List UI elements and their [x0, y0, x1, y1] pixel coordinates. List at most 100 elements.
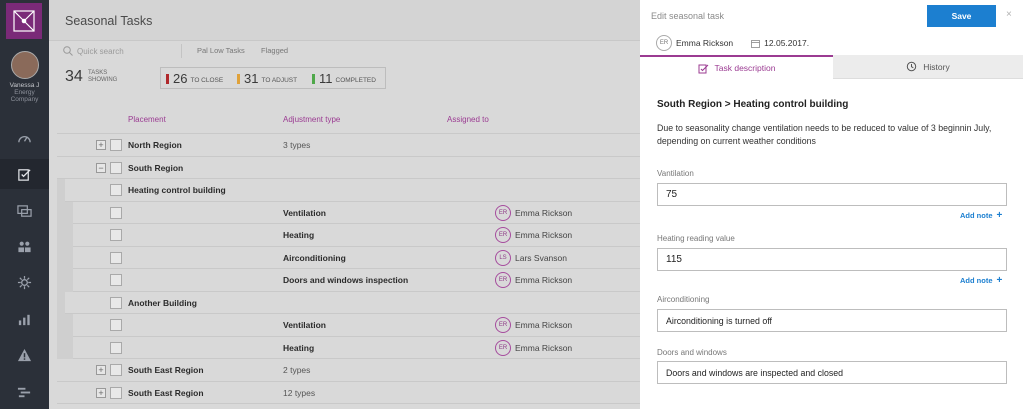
- heating-reading-label: Heating reading value: [657, 234, 735, 243]
- user-info: Vanessa J Energy Company: [0, 82, 49, 103]
- stat-to-adjust[interactable]: 31 TO ADJUST: [237, 71, 297, 86]
- main-header: Seasonal Tasks: [49, 0, 640, 41]
- dashboard-icon[interactable]: [0, 123, 49, 153]
- expand-icon[interactable]: +: [96, 387, 106, 398]
- table-row[interactable]: + South East Region 2 types: [57, 359, 640, 382]
- add-note-link[interactable]: Add note +: [960, 210, 1002, 221]
- table-row[interactable]: Heating control building: [57, 179, 640, 202]
- doors-windows-label: Doors and windows: [657, 348, 727, 357]
- timeline-icon[interactable]: [0, 377, 49, 407]
- assignee-name: Emma Rickson: [676, 38, 734, 48]
- placement-name: Another Building: [128, 297, 197, 308]
- left-nav: Vanessa J Energy Company: [0, 0, 49, 409]
- table-row[interactable]: Another Building: [57, 291, 640, 314]
- tab-task-description[interactable]: Task description: [640, 55, 833, 79]
- placement-name: North Region: [128, 140, 182, 150]
- table-row[interactable]: + North Region 3 types: [57, 134, 640, 157]
- table-row[interactable]: Heating ER Emma Rickson: [57, 224, 640, 247]
- panel-tabs: Task description History: [640, 55, 1023, 79]
- assignee-badge: ER: [656, 35, 672, 51]
- adjustment-type: Heating: [283, 230, 315, 240]
- adjustment-type: 3 types: [283, 140, 311, 150]
- expand-icon[interactable]: +: [96, 140, 106, 150]
- stat-completed[interactable]: 11 COMPLETED: [312, 71, 376, 86]
- table-row[interactable]: + South East Region 12 types: [57, 382, 640, 404]
- row-checkbox[interactable]: [110, 206, 122, 219]
- adjustment-type: 2 types: [283, 365, 311, 375]
- doors-windows-field[interactable]: [657, 361, 1007, 384]
- column-header-assigned-to[interactable]: Assigned to: [447, 115, 489, 124]
- table-row[interactable]: Airconditioning LS Lars Svanson: [57, 246, 640, 269]
- row-checkbox[interactable]: [110, 274, 122, 286]
- column-header-placement[interactable]: Placement: [128, 115, 166, 124]
- row-checkbox[interactable]: [110, 341, 122, 354]
- airconditioning-label: Airconditioning: [657, 295, 710, 304]
- row-checkbox[interactable]: [110, 251, 122, 264]
- adjustment-type: 12 types: [283, 387, 316, 398]
- assignee: LS Lars Svanson: [495, 249, 567, 266]
- green-status-bar: [312, 73, 315, 84]
- row-checkbox[interactable]: [110, 161, 122, 174]
- assignee-name: Lars Svanson: [515, 252, 567, 263]
- assignee-badge: ER: [495, 339, 511, 356]
- column-header-adjustment-type[interactable]: Adjustment type: [283, 115, 340, 124]
- adjustment-type: Heating: [283, 342, 315, 353]
- filter-flagged[interactable]: Flagged: [257, 44, 292, 58]
- row-checkbox[interactable]: [110, 319, 122, 331]
- row-checkbox[interactable]: [110, 364, 122, 376]
- warning-icon[interactable]: [0, 340, 49, 370]
- row-checkbox[interactable]: [110, 229, 122, 241]
- tasks-label-line1: TASKS: [88, 70, 108, 76]
- task-meta: ER Emma Rickson 12.05.2017.: [656, 35, 809, 51]
- plus-icon: +: [996, 275, 1003, 286]
- assignee: ER Emma Rickson: [495, 339, 572, 356]
- table-row[interactable]: Doors and windows inspection ER Emma Ric…: [57, 269, 640, 292]
- stat-to-close[interactable]: 26 TO CLOSE: [166, 71, 223, 86]
- row-checkbox[interactable]: [110, 184, 122, 196]
- ventilation-field[interactable]: [657, 183, 1007, 206]
- tasks-count-label: TASKS SHOWING: [88, 70, 117, 84]
- table-row[interactable]: Ventilation ER Emma Rickson: [57, 201, 640, 224]
- row-checkbox[interactable]: [110, 386, 122, 399]
- users-icon[interactable]: [0, 231, 49, 261]
- ventilation-label: Vantilation: [657, 169, 694, 178]
- user-avatar[interactable]: [10, 51, 39, 79]
- table-row[interactable]: − South Region: [57, 157, 640, 179]
- assignee: ER Emma Rickson: [495, 272, 572, 288]
- stat-label: COMPLETED: [335, 76, 376, 84]
- quick-search-input[interactable]: [77, 45, 177, 57]
- indent-marker: [57, 246, 73, 269]
- panel-title: Edit seasonal task: [651, 11, 725, 21]
- app-logo[interactable]: [6, 3, 42, 39]
- table-row[interactable]: Ventilation ER Emma Rickson: [57, 314, 640, 337]
- tab-history[interactable]: History: [833, 55, 1023, 79]
- expand-icon[interactable]: +: [96, 365, 106, 375]
- close-icon[interactable]: ×: [1006, 9, 1012, 20]
- adjustment-type: Ventilation: [283, 207, 326, 218]
- edit-task-panel: Edit seasonal task Save × ER Emma Rickso…: [640, 0, 1023, 409]
- save-button[interactable]: Save: [927, 5, 996, 27]
- airconditioning-field[interactable]: [657, 309, 1007, 332]
- placement-name: South East Region: [128, 365, 204, 375]
- heating-reading-field[interactable]: [657, 248, 1007, 271]
- add-note-label: Add note: [960, 276, 993, 285]
- settings-icon[interactable]: [0, 267, 49, 297]
- stat-label: TO ADJUST: [261, 76, 298, 84]
- row-checkbox[interactable]: [110, 139, 122, 151]
- stat-label: TO CLOSE: [190, 76, 224, 84]
- reports-icon[interactable]: [0, 304, 49, 334]
- indent-marker: [57, 201, 73, 224]
- tasks-icon[interactable]: [0, 159, 49, 189]
- add-note-link[interactable]: Add note +: [960, 275, 1002, 286]
- messages-icon[interactable]: [0, 196, 49, 226]
- tab-label: History: [923, 61, 950, 72]
- task-description: Due to seasonality change ventilation ne…: [657, 123, 992, 146]
- filter-pal-low-tasks[interactable]: Pal Low Tasks: [193, 44, 249, 58]
- table-row[interactable]: Heating ER Emma Rickson: [57, 336, 640, 359]
- assignee-badge: ER: [495, 317, 511, 333]
- collapse-icon[interactable]: −: [96, 162, 106, 173]
- search-bar: Pal Low Tasks Flagged: [49, 41, 640, 61]
- assignee-name: Emma Rickson: [515, 275, 573, 285]
- row-checkbox[interactable]: [110, 296, 122, 309]
- orange-status-bar: [237, 73, 240, 84]
